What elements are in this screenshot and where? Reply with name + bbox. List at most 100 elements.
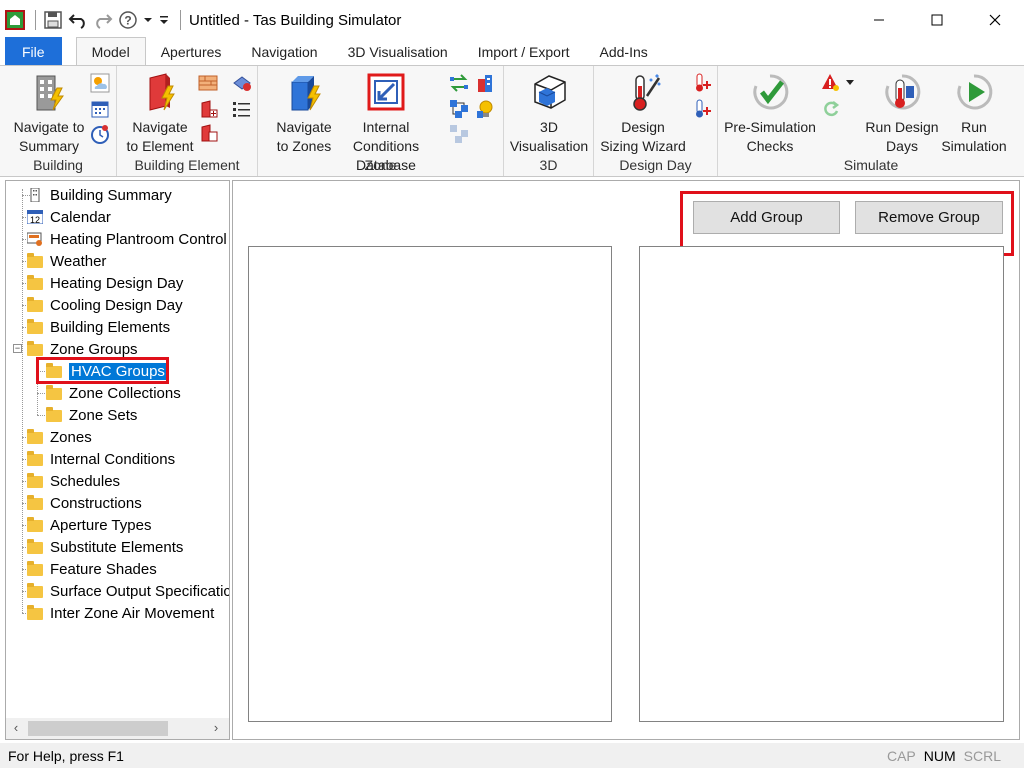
tree-item-calendar[interactable]: 12 Calendar — [27, 206, 111, 228]
tree-item-feature-shades[interactable]: Feature Shades — [27, 558, 157, 580]
customize-qat-icon[interactable] — [157, 9, 171, 31]
tree-item-inter-zone-air-movement[interactable]: Inter Zone Air Movement — [27, 602, 214, 624]
calendar-day-number: 12 — [30, 215, 40, 224]
tree-item-surface-output-specification[interactable]: Surface Output Specificatic — [27, 580, 229, 602]
tab-navigation[interactable]: Navigation — [236, 37, 332, 66]
redo-icon[interactable] — [92, 9, 114, 31]
scroll-right-icon[interactable]: › — [209, 721, 223, 735]
tree-item-heating-design-day[interactable]: Heating Design Day — [27, 272, 183, 294]
warning-dropdown-icon[interactable] — [846, 80, 854, 86]
ribbon-group-building: Navigate to Summary Building — [0, 66, 117, 176]
folder-icon — [27, 319, 43, 334]
element-aperture-icon[interactable] — [198, 123, 218, 143]
scroll-lock-indicator: SCRL — [963, 747, 1001, 764]
tab-apertures[interactable]: Apertures — [146, 37, 237, 66]
cooling-design-day-icon[interactable] — [692, 99, 712, 119]
run-design-days-label-2: Days — [886, 138, 918, 154]
calendar-icon[interactable] — [90, 99, 110, 119]
title-bar: ? Untitled - Tas Building Simulator — [0, 0, 1024, 40]
help-icon[interactable]: ? — [117, 9, 139, 31]
tree-label: Zones — [50, 428, 92, 446]
tree-label: Internal Conditions — [50, 450, 176, 468]
tree-item-zone-collections[interactable]: Zone Collections — [46, 382, 181, 404]
scroll-left-icon[interactable]: ‹ — [9, 721, 23, 735]
main-panel: Add Group Remove Group — [232, 180, 1020, 740]
tree-item-internal-conditions[interactable]: Internal Conditions — [27, 448, 175, 470]
element-add-icon[interactable] — [198, 99, 218, 119]
warning-icon[interactable] — [821, 73, 841, 93]
group-label-simulate: Simulate — [843, 157, 899, 173]
svg-text:?: ? — [124, 14, 131, 28]
tree-label: Zone Groups — [50, 340, 138, 358]
building-summary-icon — [36, 75, 64, 111]
minimize-button[interactable] — [850, 0, 908, 40]
clock-icon[interactable] — [90, 124, 110, 144]
tree-item-heating-plantroom-control[interactable]: Heating Plantroom Control — [27, 228, 227, 250]
run-design-days-label-1: Run Design — [865, 119, 939, 135]
folder-icon — [27, 451, 43, 466]
construction-icon[interactable] — [198, 73, 218, 93]
swap-zones-icon[interactable] — [449, 73, 469, 93]
tab-import-export[interactable]: Import / Export — [463, 37, 585, 66]
run-design-days-button[interactable]: Run Design Days — [862, 72, 942, 156]
tree-item-weather[interactable]: Weather — [27, 250, 106, 272]
separator — [180, 10, 181, 30]
tree-item-zone-sets[interactable]: Zone Sets — [46, 404, 137, 426]
navigate-to-element-button[interactable]: Navigate to Element — [125, 72, 195, 156]
tab-3d-visualisation[interactable]: 3D Visualisation — [333, 37, 463, 66]
tree-label: Inter Zone Air Movement — [50, 604, 215, 622]
zone-tree-icon[interactable] — [449, 99, 469, 119]
ribbon-group-3d: 3D Visualisation 3D — [504, 66, 594, 176]
folder-icon — [27, 253, 43, 268]
folder-icon — [27, 583, 43, 598]
3d-visualisation-button[interactable]: 3D Visualisation — [508, 72, 590, 156]
run-simulation-button[interactable]: Run Simulation — [938, 72, 1010, 156]
status-bar: For Help, press F1 CAP NUM SCRL — [0, 743, 1024, 768]
scroll-thumb[interactable] — [28, 721, 168, 736]
folder-icon — [27, 495, 43, 510]
zone-building-icon[interactable] — [476, 73, 496, 93]
ribbon: Navigate to Summary Building Navigate to… — [0, 65, 1024, 177]
tree-item-substitute-elements[interactable]: Substitute Elements — [27, 536, 183, 558]
weather-icon[interactable] — [90, 73, 110, 93]
lightbulb-icon[interactable] — [476, 99, 496, 119]
ribbon-group-zone: Navigate to Zones Internal Conditions Da… — [258, 66, 504, 176]
tree-item-cooling-design-day[interactable]: Cooling Design Day — [27, 294, 183, 316]
navigate-to-summary-button[interactable]: Navigate to Summary — [8, 72, 90, 156]
building-tree[interactable]: − Building Summary 12 Calendar Heating P… — [5, 180, 230, 740]
tab-model[interactable]: Model — [75, 37, 146, 66]
refresh-icon[interactable] — [821, 99, 841, 119]
tree-label: Zone Collections — [69, 384, 181, 402]
tree-horizontal-scrollbar[interactable]: ‹ › — [5, 718, 230, 740]
tab-file[interactable]: File — [5, 37, 62, 66]
tree-item-constructions[interactable]: Constructions — [27, 492, 142, 514]
maximize-button[interactable] — [908, 0, 966, 40]
heating-design-day-icon[interactable] — [692, 73, 712, 93]
building-element-icon — [149, 73, 175, 111]
3d-visualisation-label-2: Visualisation — [509, 138, 589, 154]
tree-item-aperture-types[interactable]: Aperture Types — [27, 514, 151, 536]
3d-visualisation-label-1: 3D — [540, 119, 558, 135]
element-list-icon[interactable] — [232, 99, 252, 119]
shade-icon[interactable] — [232, 73, 252, 93]
undo-icon[interactable] — [67, 9, 89, 31]
collapse-zone-groups-icon[interactable]: − — [13, 344, 22, 353]
tree-label: Constructions — [50, 494, 142, 512]
groups-list[interactable] — [248, 246, 612, 722]
tree-item-building-summary[interactable]: Building Summary — [27, 184, 172, 206]
navigate-element-label-1: Navigate — [132, 119, 188, 135]
tree-item-building-elements[interactable]: Building Elements — [27, 316, 170, 338]
tree-item-zones[interactable]: Zones — [27, 426, 92, 448]
help-dropdown-icon[interactable] — [142, 9, 154, 31]
design-sizing-wizard-button[interactable]: Design Sizing Wizard — [598, 72, 688, 156]
group-members-list[interactable] — [639, 246, 1004, 722]
app-icon[interactable] — [4, 9, 26, 31]
tree-item-schedules[interactable]: Schedules — [27, 470, 120, 492]
save-icon[interactable] — [42, 9, 64, 31]
close-button[interactable] — [966, 0, 1024, 40]
caps-lock-indicator: CAP — [886, 747, 916, 764]
navigate-summary-label-1: Navigate to — [13, 119, 85, 135]
zone-tree-disabled-icon[interactable] — [449, 124, 469, 144]
pre-simulation-checks-button[interactable]: Pre-Simulation Checks — [722, 72, 818, 156]
tab-add-ins[interactable]: Add-Ins — [585, 37, 663, 66]
